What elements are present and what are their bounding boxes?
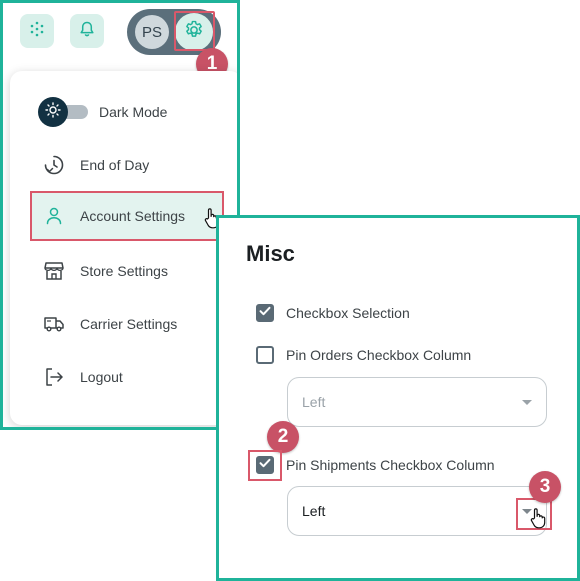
select-value: Left	[302, 503, 326, 519]
menu-item-account-settings[interactable]: Account Settings	[30, 191, 224, 241]
menu-item-carrier-settings[interactable]: Carrier Settings	[10, 299, 237, 349]
checkbox-label: Pin Orders Checkbox Column	[286, 347, 472, 363]
clock-icon	[42, 153, 66, 177]
pin-shipments-row[interactable]: Pin Shipments Checkbox Column	[256, 454, 495, 476]
misc-settings-panel: Misc Checkbox Selection Pin Orders Check…	[216, 215, 580, 581]
menu-item-logout[interactable]: Logout	[10, 352, 237, 402]
notifications-button[interactable]	[70, 14, 104, 48]
checkbox-highlight-box	[248, 450, 282, 481]
store-icon	[42, 259, 66, 283]
checkbox-selection-checkbox[interactable]	[256, 304, 274, 322]
menu-item-label: Dark Mode	[99, 104, 168, 120]
logout-icon	[42, 365, 66, 389]
step-badge-2: 2	[267, 421, 299, 453]
user-icon	[42, 204, 66, 228]
menu-item-label: Store Settings	[80, 263, 168, 279]
toggle-knob	[38, 97, 68, 127]
bell-icon	[78, 20, 96, 43]
pin-orders-row[interactable]: Pin Orders Checkbox Column	[256, 344, 471, 366]
truck-icon	[42, 312, 66, 336]
menu-item-dark-mode[interactable]: Dark Mode	[10, 87, 237, 137]
menu-item-label: Logout	[80, 369, 123, 385]
pin-orders-position-select: Left	[287, 377, 547, 427]
step-badge-3: 3	[529, 471, 561, 503]
menu-item-label: Account Settings	[80, 208, 186, 224]
checkbox-label: Checkbox Selection	[286, 305, 410, 321]
hand-cursor-icon	[528, 507, 548, 529]
dark-mode-toggle[interactable]	[38, 97, 88, 127]
dropdown-arrow-icon	[522, 400, 532, 405]
checkbox-selection-row[interactable]: Checkbox Selection	[256, 302, 410, 324]
checkbox-label: Pin Shipments Checkbox Column	[286, 457, 495, 473]
sun-icon	[45, 101, 61, 123]
settings-menu-panel: PS 1 Dark Mode End of Day Account Settin…	[0, 0, 240, 430]
settings-highlight-box	[174, 11, 215, 51]
select-value: Left	[302, 394, 326, 410]
pin-orders-checkbox[interactable]	[256, 346, 274, 364]
menu-item-store-settings[interactable]: Store Settings	[10, 246, 237, 296]
menu-item-label: Carrier Settings	[80, 316, 178, 332]
menu-item-label: End of Day	[80, 157, 150, 173]
pin-shipments-position-select[interactable]: Left	[287, 486, 547, 536]
section-title: Misc	[246, 241, 295, 266]
apps-grid-button[interactable]	[20, 14, 54, 48]
avatar[interactable]: PS	[135, 15, 169, 49]
settings-dropdown-menu: Dark Mode End of Day Account Settings St…	[10, 71, 237, 425]
menu-item-end-of-day[interactable]: End of Day	[10, 140, 237, 190]
checkmark-icon	[258, 304, 272, 323]
apps-grid-icon	[28, 20, 46, 43]
